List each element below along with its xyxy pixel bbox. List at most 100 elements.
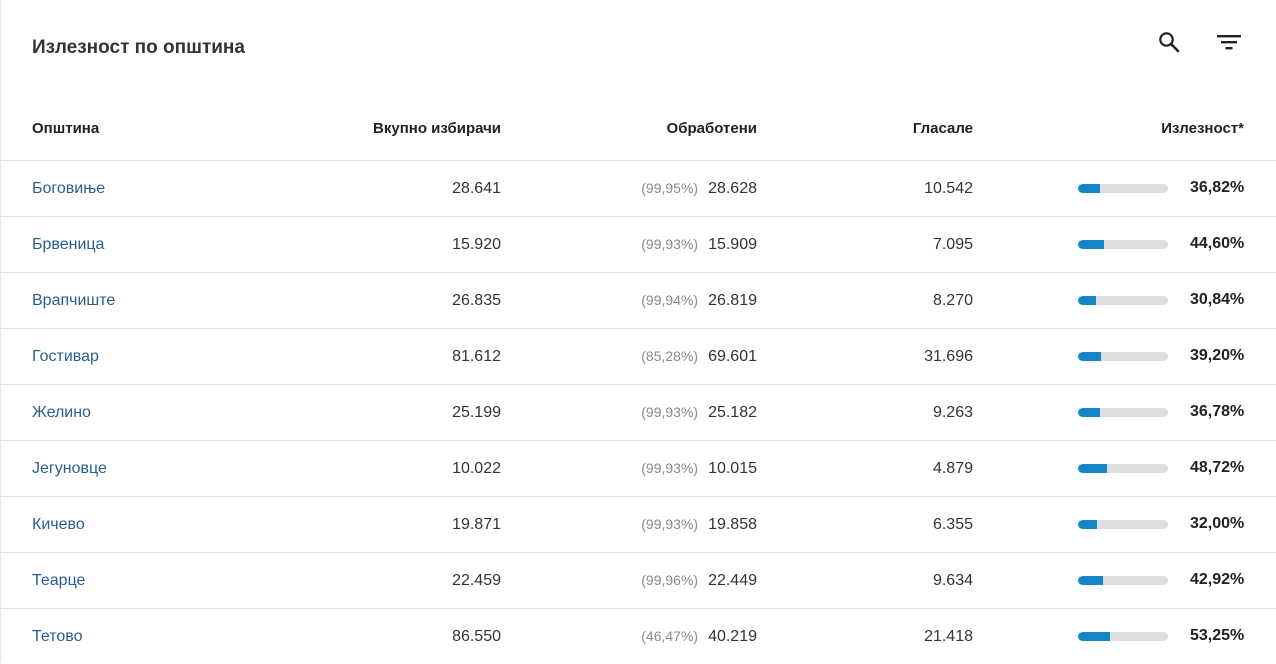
table-row: Желино25.199(99,93%)25.1829.26336,78% <box>1 385 1276 441</box>
turnout-bar-fill <box>1078 632 1110 641</box>
turnout-value: 36,82% <box>1190 179 1244 197</box>
total-voters-cell: 10.022 <box>181 441 501 497</box>
header-turnout[interactable]: Излезност* <box>973 96 1276 161</box>
turnout-bar <box>1078 464 1168 473</box>
processed-count: 10.015 <box>708 460 757 477</box>
table-row: Врапчиште 26.835 (99,94%) 26.8198.270 30,84% <box>1 273 1276 329</box>
turnout-value: 32,00% <box>1190 515 1244 533</box>
municipality-cell: Желино <box>1 385 181 441</box>
processed-cell: (99,93%) 19.858 <box>501 497 757 553</box>
card-header: Излезност по општина <box>1 0 1276 96</box>
processed-cell: (99,95%)28.628 <box>501 161 757 217</box>
processed-cell: (99,93%) 10.015 <box>501 441 757 497</box>
processed-percent: (99,93%) <box>641 404 698 420</box>
turnout-cell: 36,78% <box>973 385 1276 441</box>
total-voters-cell: 22.459 <box>181 553 501 609</box>
turnout-bar <box>1078 240 1168 249</box>
header-processed[interactable]: Обработени <box>501 96 757 161</box>
processed-count: 28.628 <box>708 180 757 197</box>
table-header-row: Општина Вкупно избирачи Обработени Гласа… <box>1 96 1276 161</box>
processed-cell: (85,28%) 69.601 <box>501 329 757 385</box>
voted-cell: 6.355 <box>757 497 973 553</box>
turnout-bar <box>1078 520 1168 529</box>
processed-cell: (99,93%) 25.182 <box>501 385 757 441</box>
processed-percent: (99,93%) <box>641 516 698 532</box>
turnout-bar <box>1078 352 1168 361</box>
municipality-cell: Тетово <box>1 609 181 664</box>
processed-cell: (99,94%) 26.819 <box>501 273 757 329</box>
processed-count: 25.182 <box>708 404 757 421</box>
turnout-value: 36,78% <box>1190 403 1244 421</box>
municipality-cell: Теарце <box>1 553 181 609</box>
turnout-value: 39,20% <box>1190 347 1244 365</box>
processed-percent: (85,28%) <box>641 348 698 364</box>
turnout-value: 30,84% <box>1190 291 1244 309</box>
turnout-cell: 30,84% <box>973 273 1276 329</box>
municipality-link[interactable]: Гостивар <box>32 348 99 365</box>
processed-cell: (99,96%) 22.449 <box>501 553 757 609</box>
table-row: Гостивар 81.612 (85,28%) 69.60131.696 39,20% <box>1 329 1276 385</box>
total-voters-cell: 25.199 <box>181 385 501 441</box>
voted-cell: 31.696 <box>757 329 973 385</box>
turnout-bar <box>1078 408 1168 417</box>
search-icon <box>1157 30 1181 54</box>
processed-percent: (99,93%) <box>641 236 698 252</box>
municipality-link[interactable]: Боговиње <box>32 180 105 197</box>
municipality-cell: Врапчиште <box>1 273 181 329</box>
total-voters-cell: 86.550 <box>181 609 501 664</box>
page-title: Излезност по општина <box>32 37 245 59</box>
voted-cell: 9.634 <box>757 553 973 609</box>
municipality-cell: Брвеница <box>1 217 181 273</box>
header-voted[interactable]: Гласале <box>757 96 973 161</box>
processed-percent: (99,93%) <box>641 460 698 476</box>
processed-count: 69.601 <box>708 348 757 365</box>
turnout-table: Општина Вкупно избирачи Обработени Гласа… <box>1 96 1276 664</box>
search-button[interactable] <box>1153 26 1185 58</box>
processed-percent: (99,94%) <box>641 292 698 308</box>
turnout-bar-fill <box>1078 408 1100 417</box>
voted-cell: 4.879 <box>757 441 973 497</box>
processed-cell: (46,47%)40.219 <box>501 609 757 664</box>
municipality-link[interactable]: Желино <box>32 404 91 421</box>
municipality-cell: Јегуновце <box>1 441 181 497</box>
table-row: Теарце22.459(99,96%)22.4499.63442,92% <box>1 553 1276 609</box>
header-municipality[interactable]: Општина <box>1 96 181 161</box>
turnout-bar <box>1078 184 1168 193</box>
municipality-link[interactable]: Врапчиште <box>32 292 115 309</box>
municipality-link[interactable]: Брвеница <box>32 236 104 253</box>
turnout-cell: 36,82% <box>973 161 1276 217</box>
municipality-link[interactable]: Теарце <box>32 572 85 589</box>
turnout-bar-fill <box>1078 464 1107 473</box>
turnout-bar <box>1078 576 1168 585</box>
processed-percent: (99,96%) <box>641 572 698 588</box>
turnout-cell: 53,25% <box>973 609 1276 664</box>
municipality-link[interactable]: Кичево <box>32 516 85 533</box>
municipality-link[interactable]: Јегуновце <box>32 460 107 477</box>
municipality-cell: Гостивар <box>1 329 181 385</box>
processed-count: 22.449 <box>708 572 757 589</box>
processed-count: 26.819 <box>708 292 757 309</box>
total-voters-cell: 81.612 <box>181 329 501 385</box>
processed-count: 40.219 <box>708 628 757 645</box>
voted-cell: 8.270 <box>757 273 973 329</box>
voted-cell: 10.542 <box>757 161 973 217</box>
total-voters-cell: 26.835 <box>181 273 501 329</box>
table-row: Тетово86.550(46,47%)40.21921.41853,25% <box>1 609 1276 664</box>
total-voters-cell: 19.871 <box>181 497 501 553</box>
turnout-cell: 44,60% <box>973 217 1276 273</box>
municipality-cell: Кичево <box>1 497 181 553</box>
processed-count: 19.858 <box>708 516 757 533</box>
processed-count: 15.909 <box>708 236 757 253</box>
municipality-link[interactable]: Тетово <box>32 628 83 645</box>
turnout-bar-fill <box>1078 576 1103 585</box>
filter-button[interactable] <box>1213 26 1245 58</box>
processed-cell: (99,93%) 15.909 <box>501 217 757 273</box>
turnout-bar-fill <box>1078 520 1097 529</box>
header-total-voters[interactable]: Вкупно избирачи <box>181 96 501 161</box>
turnout-cell: 48,72% <box>973 441 1276 497</box>
turnout-bar-fill <box>1078 240 1104 249</box>
table-row: Јегуновце 10.022 (99,93%) 10.0154.87948,72% <box>1 441 1276 497</box>
table-row: Кичево 19.871 (99,93%) 19.8586.355 32,00% <box>1 497 1276 553</box>
turnout-bar <box>1078 632 1168 641</box>
turnout-card: Излезност по општина Општина <box>0 0 1276 663</box>
